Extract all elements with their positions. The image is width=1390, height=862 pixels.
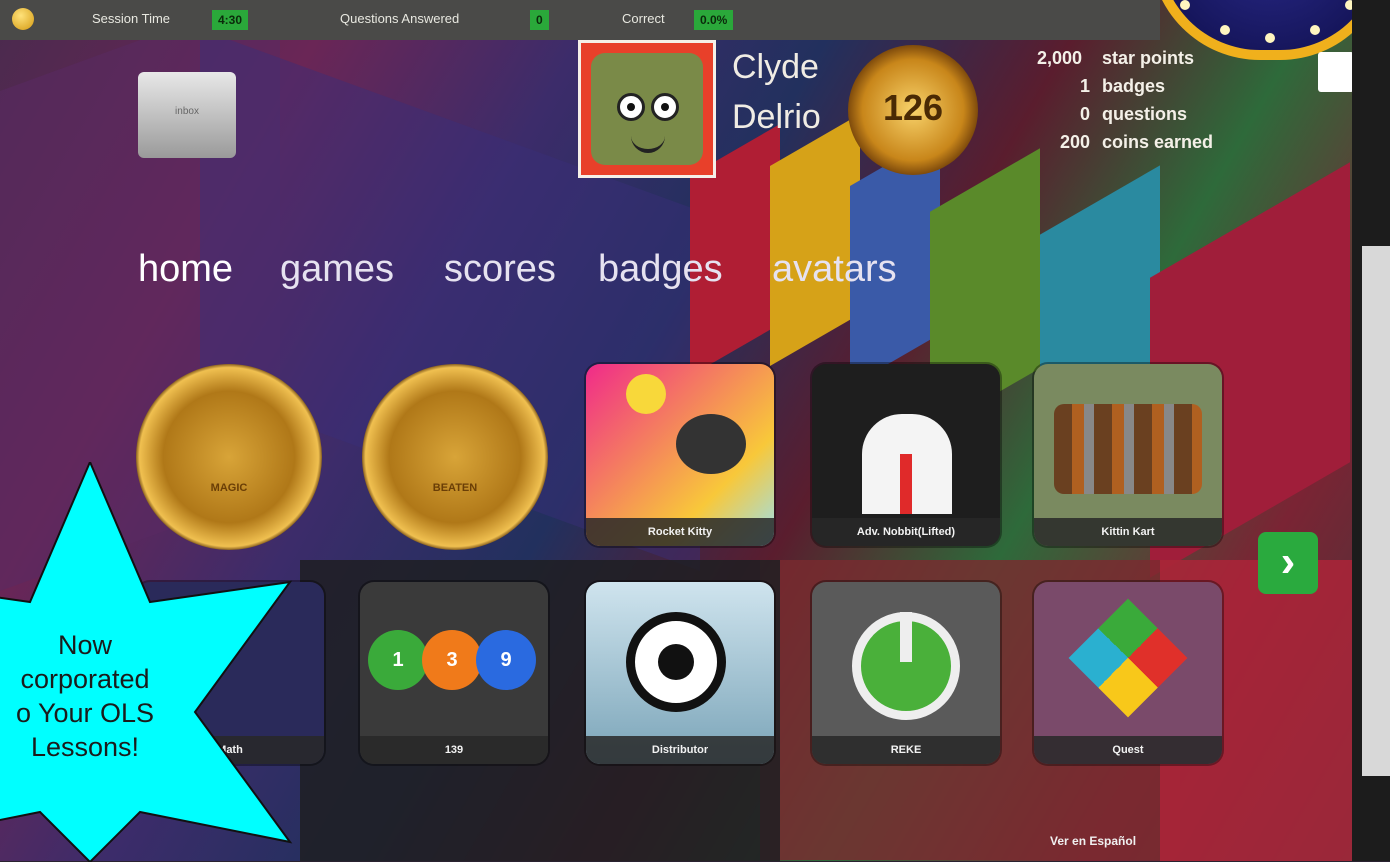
game-tile-139[interactable]: 1 3 9 139 xyxy=(360,582,548,764)
correct-value: 0.0% xyxy=(694,10,734,30)
game-tile-quest[interactable]: Quest xyxy=(1034,582,1222,764)
badge-label: BEATEN xyxy=(432,482,478,494)
game-tile-adv-nobbit[interactable]: Adv. Nobbit(Lifted) xyxy=(812,364,1000,546)
stat-value: 2,000 xyxy=(1036,48,1082,68)
nav-badges[interactable]: badges xyxy=(598,248,723,291)
callout-line: corporated xyxy=(20,664,150,694)
status-bar: Session Time 4:30 Questions Answered 0 C… xyxy=(0,0,1160,40)
session-time-value: 4:30 xyxy=(212,10,249,30)
questions-answered-label: Questions Answered xyxy=(340,11,460,26)
language-link[interactable]: Ver en Español xyxy=(1050,834,1136,848)
stat-row: 1 badges xyxy=(1010,76,1290,102)
game-tile-label: Rocket Kitty xyxy=(586,518,774,546)
level-number: 126 xyxy=(882,87,944,128)
game-tile-rocket-kitty[interactable]: Rocket Kitty xyxy=(586,364,774,546)
stat-row: 0 questions xyxy=(1010,104,1290,130)
callout-line: Lessons! xyxy=(30,732,140,762)
nav-games[interactable]: games xyxy=(280,248,394,291)
session-time-label: Session Time xyxy=(92,11,171,26)
callout-line: Now xyxy=(57,630,112,660)
nav-scores[interactable]: scores xyxy=(444,248,556,291)
coin-icon xyxy=(12,8,34,30)
game-tile-kittin-kart[interactable]: Kittin Kart xyxy=(1034,364,1222,546)
badge-beaten[interactable]: BEATEN xyxy=(362,364,548,550)
game-tile-label: Adv. Nobbit(Lifted) xyxy=(812,518,1000,546)
avatar[interactable] xyxy=(578,40,716,178)
inbox-button[interactable]: inbox xyxy=(138,72,236,158)
questions-answered-value: 0 xyxy=(530,10,549,30)
correct-label: Correct xyxy=(622,11,665,26)
stat-value: 1 xyxy=(1079,76,1090,96)
user-first-name: Clyde xyxy=(732,48,819,86)
exit-icon[interactable] xyxy=(1318,52,1354,92)
avatar-image xyxy=(591,53,703,165)
stat-label: coins earned xyxy=(1102,132,1214,152)
nav-avatars[interactable]: avatars xyxy=(772,248,897,291)
stat-label: questions xyxy=(1102,104,1188,124)
level-coin: 126 xyxy=(848,45,978,175)
game-tile-label: Distributor xyxy=(586,736,774,764)
game-tile-label: Kittin Kart xyxy=(1034,518,1222,546)
stat-value: 200 xyxy=(1059,132,1090,152)
stat-row: 200 coins earned xyxy=(1010,132,1290,158)
stat-label: star points xyxy=(1102,48,1195,68)
next-page-button[interactable]: › xyxy=(1258,532,1318,594)
stats-panel: 2,000 star points 1 badges 0 questions 2… xyxy=(1010,44,1290,172)
stat-row: 2,000 star points xyxy=(1010,48,1290,74)
game-tile-label: 139 xyxy=(360,736,548,764)
game-tile-label: Quest xyxy=(1034,736,1222,764)
stat-label: badges xyxy=(1102,76,1166,96)
right-side-panel xyxy=(1362,246,1390,776)
inbox-label: inbox xyxy=(175,106,199,117)
game-tile-label: REKE xyxy=(812,736,1000,764)
game-tile-distributor[interactable]: Distributor xyxy=(586,582,774,764)
callout-line: o Your OLS xyxy=(15,698,155,728)
game-tile-reke[interactable]: REKE xyxy=(812,582,1000,764)
stat-value: 0 xyxy=(1079,104,1090,124)
user-last-name: Delrio xyxy=(732,98,821,136)
nav-home[interactable]: home xyxy=(138,248,233,291)
callout-text: Now corporated o Your OLS Lessons! xyxy=(0,628,180,764)
